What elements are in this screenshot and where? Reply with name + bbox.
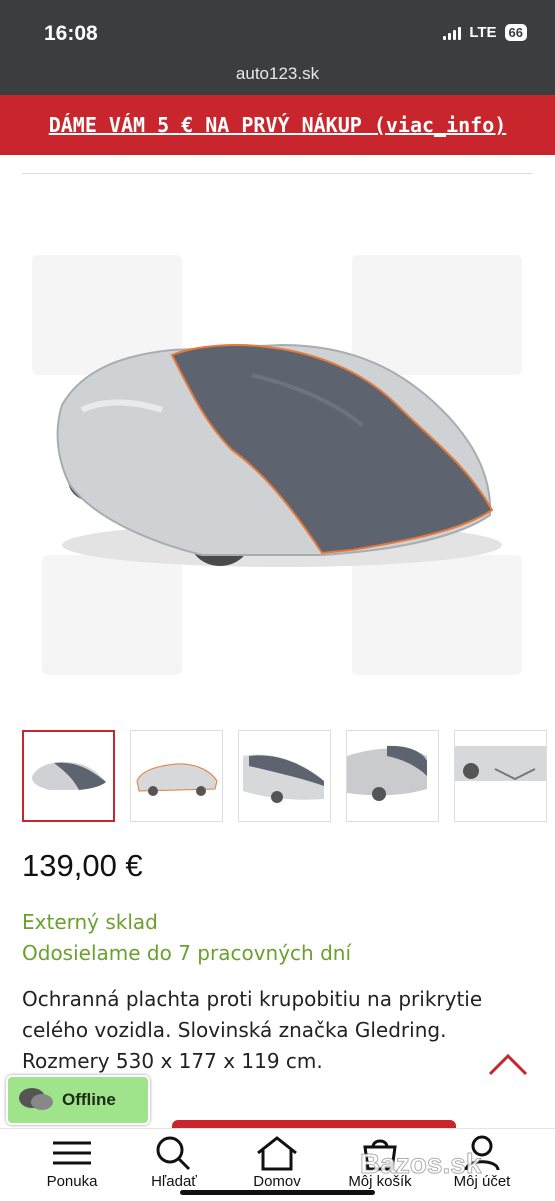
chevron-up-icon [488,1053,528,1076]
nav-search[interactable]: Hľadať [124,1135,224,1190]
menu-icon [53,1141,91,1165]
thumbnail-3[interactable] [238,730,331,822]
status-indicators: LTE 66 [443,24,527,41]
car-cover-thumbnail [32,762,106,790]
promo-banner: DÁME VÁM 5 € NA PRVÝ NÁKUP (viac_info) [0,95,555,155]
product-main-image[interactable] [22,195,534,700]
stock-info: Externý sklad Odosielame do 7 pracovných… [22,907,351,969]
stock-status: Externý sklad [22,910,158,934]
car-cover-wheel-thumbnail [455,746,546,781]
status-bar: 16:08 LTE 66 auto123.sk [0,0,555,95]
shipping-time: Odosielame do 7 pracovných dní [22,941,351,965]
address-bar[interactable]: auto123.sk [0,64,555,84]
scroll-top-button[interactable] [486,1050,530,1080]
battery-icon: 66 [504,24,527,41]
thumbnail-strip [22,730,555,822]
home-indicator[interactable] [180,1190,375,1195]
car-cover-front-thumbnail [243,754,324,803]
thumbnail-2[interactable] [130,730,223,822]
promo-link[interactable]: DÁME VÁM 5 € NA PRVÝ NÁKUP (viac_info) [49,113,507,137]
signal-icon [443,26,462,40]
thumbnail-1[interactable] [22,730,115,822]
nav-search-label: Hľadať [151,1173,197,1190]
product-price: 139,00 € [22,848,143,883]
chat-bubbles-icon [19,1088,53,1110]
chat-status: Offline [62,1090,116,1109]
chat-widget[interactable]: Offline [6,1075,150,1125]
search-icon [156,1136,191,1171]
nav-menu[interactable]: Ponuka [22,1135,122,1190]
watermark: Bazos.sk [359,1148,482,1180]
car-cover-side-thumbnail [136,763,218,796]
status-time: 16:08 [44,22,98,45]
thumbnail-4[interactable] [346,730,439,822]
home-icon [257,1136,297,1171]
car-cover-closeup-thumbnail [347,745,427,801]
nav-home-label: Domov [253,1173,301,1190]
nav-home[interactable]: Domov [227,1135,327,1190]
divider [22,173,533,174]
thumbnail-5[interactable] [454,730,547,822]
nav-menu-label: Ponuka [46,1173,98,1190]
car-cover-image [32,255,522,675]
product-description: Ochranná plachta proti krupobitiu na pri… [22,987,483,1073]
network-type: LTE [469,24,497,41]
